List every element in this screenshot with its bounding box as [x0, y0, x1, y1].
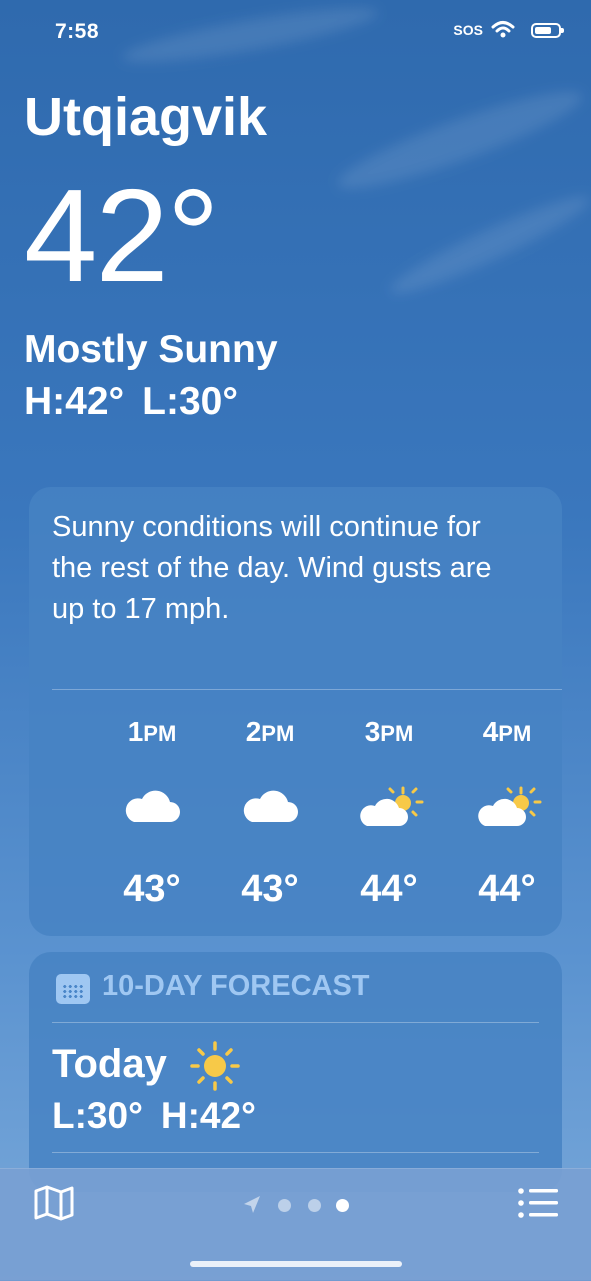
list-icon[interactable] — [517, 1187, 559, 1219]
home-indicator[interactable] — [190, 1261, 402, 1267]
hour-temp: 43° — [123, 868, 181, 910]
partly-sunny-icon — [360, 786, 424, 826]
calendar-icon — [56, 974, 90, 1004]
forecast-day-label: Today — [52, 1042, 167, 1086]
page-dot-active[interactable] — [336, 1199, 349, 1212]
hour-label: 1PM — [127, 716, 177, 747]
current-temperature: 42° — [24, 162, 220, 309]
low-temp: L:30° — [142, 380, 238, 423]
cloud-icon — [125, 790, 180, 822]
today-high: H:42° — [160, 1095, 256, 1136]
sun-icon — [190, 1041, 240, 1091]
condition-text: Mostly Sunny — [24, 328, 278, 371]
cloud-wisp — [383, 184, 591, 306]
ten-day-heading: 10-DAY FORECAST — [102, 970, 370, 1002]
partly-sunny-icon — [478, 786, 542, 826]
hour-temp: 43° — [241, 868, 299, 910]
location-arrow-icon[interactable] — [240, 1193, 264, 1217]
hourly-strip[interactable]: PM 2° 1PM 43° 2PM 43° 3PM 44° — [0, 710, 591, 940]
hour-temp: 44° — [478, 868, 536, 910]
hour-label: 3PM — [364, 716, 414, 747]
wifi-icon — [491, 21, 515, 38]
cloud-wisp — [330, 76, 590, 204]
hour-label: 4PM — [482, 716, 532, 747]
today-low-high: L:30° H:42° — [52, 1095, 256, 1137]
status-time: 7:58 — [55, 20, 100, 43]
high-low: H:42° L:30° — [24, 380, 238, 424]
today-low: L:30° — [52, 1095, 143, 1136]
hour-label: 2PM — [245, 716, 295, 747]
ten-day-forecast-card[interactable]: 10-DAY FORECAST Today L:30° H:42° — [29, 952, 562, 1192]
high-temp: H:42° — [24, 380, 125, 423]
sos-indicator: SOS — [453, 22, 483, 38]
divider — [52, 1152, 539, 1153]
city-name: Utqiagvik — [24, 87, 268, 147]
status-bar: 7:58 SOS — [0, 20, 591, 48]
divider — [52, 689, 562, 690]
forecast-summary: Sunny conditions will continue for the r… — [52, 511, 492, 625]
bottom-toolbar — [0, 1168, 591, 1281]
page-dot[interactable] — [278, 1199, 291, 1212]
hour-temp: 44° — [360, 868, 418, 910]
page-indicator[interactable] — [240, 1193, 360, 1217]
cloud-icon — [243, 790, 298, 822]
map-icon[interactable] — [33, 1185, 75, 1221]
divider — [52, 1022, 539, 1023]
battery-icon — [531, 23, 564, 38]
page-dot[interactable] — [308, 1199, 321, 1212]
